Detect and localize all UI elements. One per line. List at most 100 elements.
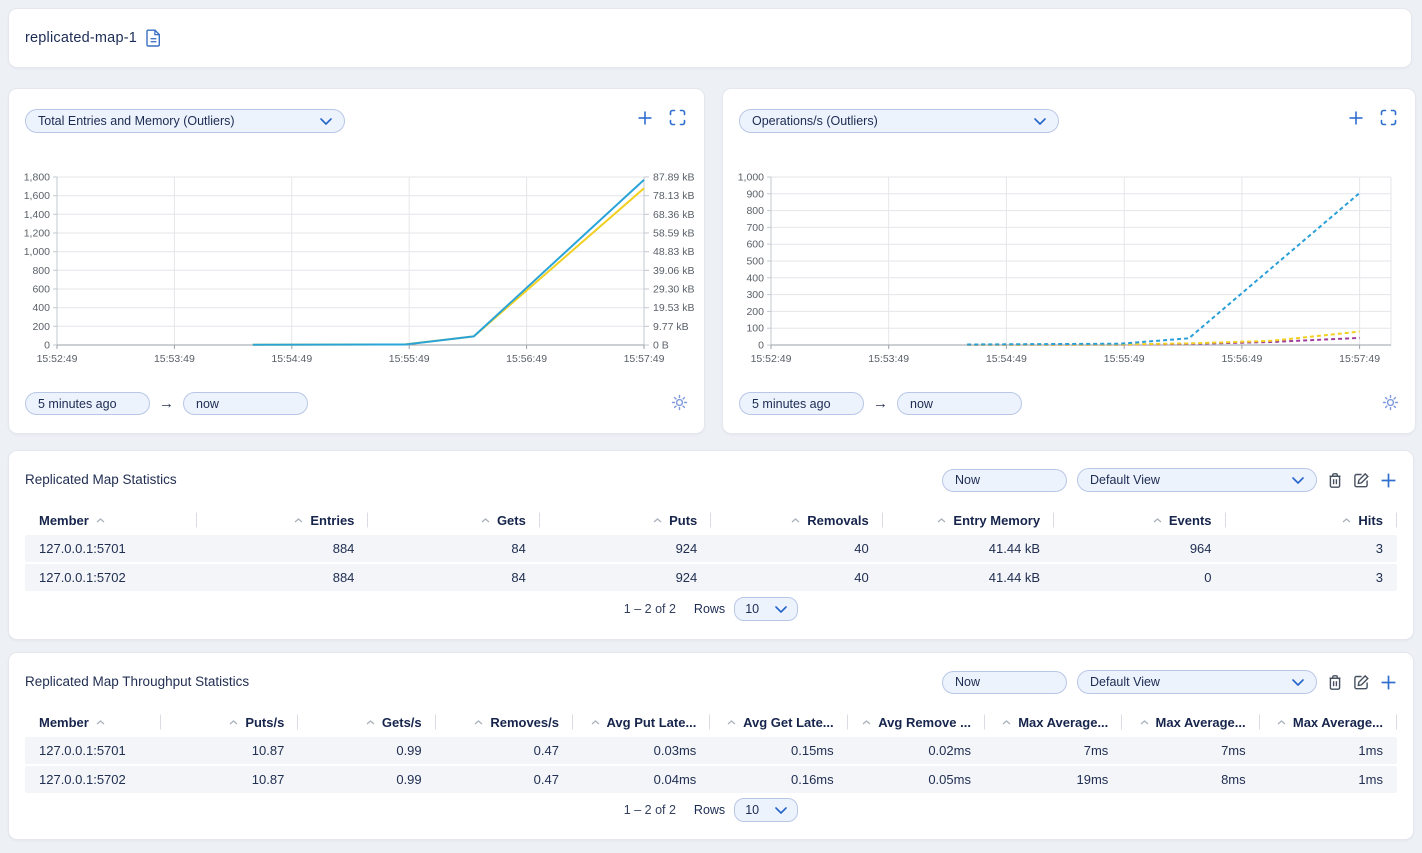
table-row[interactable]: 127.0.0.1:5701884849244041.44 kB9643 — [25, 535, 1397, 562]
gear-icon[interactable] — [1382, 394, 1399, 411]
column-header[interactable]: Puts/s — [161, 709, 298, 735]
column-header-label: Puts/s — [245, 715, 284, 730]
table-cell: 84 — [368, 564, 539, 591]
table-row[interactable]: 127.0.0.1:570110.870.990.470.03ms0.15ms0… — [25, 737, 1397, 764]
chart-canvas-entries-memory[interactable]: 00 B2009.77 kB40019.53 kB60029.30 kB8003… — [19, 157, 694, 379]
column-header[interactable]: Member — [25, 507, 197, 533]
table-cell: 84 — [368, 535, 539, 562]
time-from-input[interactable] — [740, 397, 863, 411]
svg-text:1,400: 1,400 — [24, 209, 50, 221]
rows-label: Rows — [694, 602, 725, 616]
column-header[interactable]: Max Average... — [985, 709, 1122, 735]
table-cell: 19ms — [985, 766, 1122, 793]
table-cell: 8ms — [1122, 766, 1259, 793]
column-header[interactable]: Events — [1054, 507, 1225, 533]
column-header[interactable]: Puts — [540, 507, 711, 533]
column-header-label: Gets/s — [382, 715, 422, 730]
view-select[interactable]: Default View — [1077, 468, 1317, 492]
throughput-table-header-row: Member Puts/s Gets/s Removes/s Avg Put Late.… — [25, 709, 1397, 735]
table-title: Replicated Map Throughput Statistics — [25, 674, 249, 689]
edit-view-icon[interactable] — [1353, 674, 1370, 691]
column-header-label: Avg Put Late... — [607, 715, 697, 730]
time-from-input[interactable] — [26, 397, 149, 411]
column-header[interactable]: Gets — [368, 507, 539, 533]
chart-metric-select[interactable]: Total Entries and Memory (Outliers) — [25, 109, 345, 133]
rows-per-page-value: 10 — [745, 803, 759, 817]
column-header-label: Events — [1169, 513, 1212, 528]
rows-per-page-select[interactable]: 10 — [734, 798, 798, 822]
column-header-label: Member — [39, 513, 89, 528]
svg-text:800: 800 — [746, 205, 764, 217]
time-to-field — [897, 392, 1022, 415]
fullscreen-icon[interactable] — [669, 109, 686, 126]
file-text-icon[interactable] — [146, 29, 161, 47]
replicated-map-detail-page: replicated-map-1 Total Entries and Memor… — [0, 0, 1422, 853]
column-header[interactable]: Max Average... — [1122, 709, 1259, 735]
column-header[interactable]: Hits — [1226, 507, 1397, 533]
column-header[interactable]: Avg Get Late... — [710, 709, 847, 735]
view-select-value: Default View — [1090, 675, 1160, 689]
chart-metric-select[interactable]: Operations/s (Outliers) — [739, 109, 1059, 133]
svg-text:800: 800 — [32, 265, 50, 277]
delete-view-icon[interactable] — [1327, 674, 1343, 691]
time-to-input[interactable] — [184, 397, 307, 411]
svg-text:15:52:49: 15:52:49 — [751, 353, 792, 365]
column-header-label: Hits — [1358, 513, 1383, 528]
add-chart-icon[interactable] — [637, 110, 653, 126]
column-header[interactable]: Avg Remove ... — [848, 709, 985, 735]
delete-view-icon[interactable] — [1327, 472, 1343, 489]
view-select[interactable]: Default View — [1077, 670, 1317, 694]
time-to-input[interactable] — [898, 397, 1021, 411]
edit-view-icon[interactable] — [1353, 472, 1370, 489]
svg-text:68.36 kB: 68.36 kB — [653, 209, 694, 221]
svg-text:300: 300 — [746, 289, 764, 301]
arrow-right-icon: → — [159, 395, 174, 412]
table-row[interactable]: 127.0.0.1:5702884849244041.44 kB03 — [25, 564, 1397, 591]
table-cell: 0.99 — [298, 737, 435, 764]
svg-text:15:52:49: 15:52:49 — [37, 353, 78, 365]
column-header[interactable]: Max Average... — [1260, 709, 1397, 735]
svg-text:15:56:49: 15:56:49 — [1221, 353, 1262, 365]
column-header[interactable]: Removes/s — [436, 709, 573, 735]
svg-text:100: 100 — [746, 323, 764, 335]
table-cell: 127.0.0.1:5701 — [25, 535, 197, 562]
svg-text:1,000: 1,000 — [738, 172, 764, 184]
column-header-label: Removes/s — [490, 715, 559, 730]
stats-table-body: 127.0.0.1:5701884849244041.44 kB9643127.… — [25, 535, 1397, 591]
fullscreen-icon[interactable] — [1380, 109, 1397, 126]
rows-per-page-select[interactable]: 10 — [734, 597, 798, 621]
column-header[interactable]: Removals — [711, 507, 882, 533]
column-header[interactable]: Gets/s — [298, 709, 435, 735]
table-cell: 884 — [197, 564, 368, 591]
chart-panel-operations: Operations/s (Outliers) 0100200300400500… — [722, 88, 1416, 434]
chart-metric-select-value: Total Entries and Memory (Outliers) — [38, 114, 235, 128]
column-header[interactable]: Entry Memory — [883, 507, 1054, 533]
table-cell: 0.05ms — [848, 766, 985, 793]
add-view-icon[interactable] — [1380, 674, 1397, 691]
throughput-table: Member Puts/s Gets/s Removes/s Avg Put Late.… — [25, 709, 1397, 795]
time-filter-input[interactable] — [943, 675, 1066, 689]
gear-icon[interactable] — [671, 394, 688, 411]
chevron-down-icon — [775, 606, 787, 613]
svg-text:15:55:49: 15:55:49 — [1104, 353, 1145, 365]
svg-text:29.30 kB: 29.30 kB — [653, 284, 694, 296]
sort-caret-icon — [96, 720, 105, 725]
column-header-label: Max Average... — [1156, 715, 1246, 730]
svg-text:200: 200 — [746, 306, 764, 318]
column-header[interactable]: Avg Put Late... — [573, 709, 710, 735]
svg-text:700: 700 — [746, 222, 764, 234]
rows-per-page-value: 10 — [745, 602, 759, 616]
add-chart-icon[interactable] — [1348, 110, 1364, 126]
svg-text:78.13 kB: 78.13 kB — [653, 190, 694, 202]
column-header[interactable]: Entries — [197, 507, 368, 533]
table-cell: 0.16ms — [710, 766, 847, 793]
sort-caret-icon — [862, 720, 871, 725]
column-header[interactable]: Member — [25, 709, 161, 735]
time-filter-field — [942, 671, 1067, 694]
table-row[interactable]: 127.0.0.1:570210.870.990.470.04ms0.16ms0… — [25, 766, 1397, 793]
column-header-label: Entries — [310, 513, 354, 528]
column-header-label: Removals — [807, 513, 868, 528]
time-filter-input[interactable] — [943, 473, 1066, 487]
add-view-icon[interactable] — [1380, 472, 1397, 489]
chart-canvas-operations[interactable]: 01002003004005006007008009001,00015:52:4… — [733, 157, 1405, 379]
